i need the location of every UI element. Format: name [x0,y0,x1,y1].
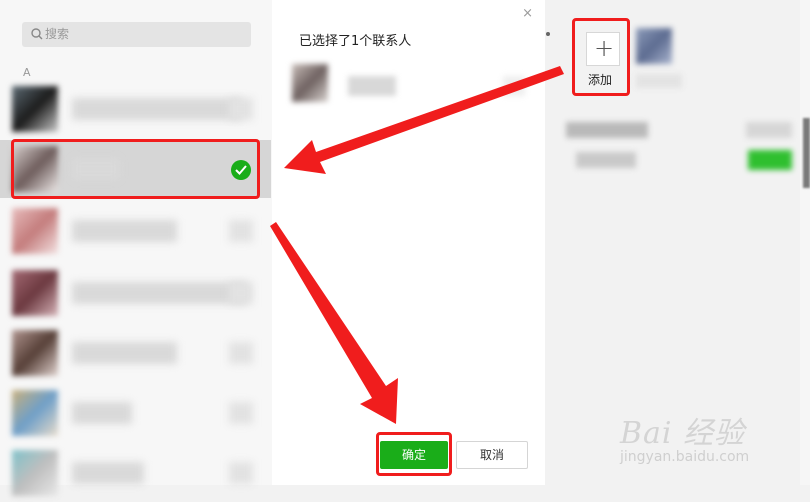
arrow-to-contact [284,66,564,174]
watermark-logo: Bai 经验 [620,416,746,451]
watermark-url: jingyan.baidu.com [620,449,750,465]
arrow-to-confirm [270,222,398,424]
